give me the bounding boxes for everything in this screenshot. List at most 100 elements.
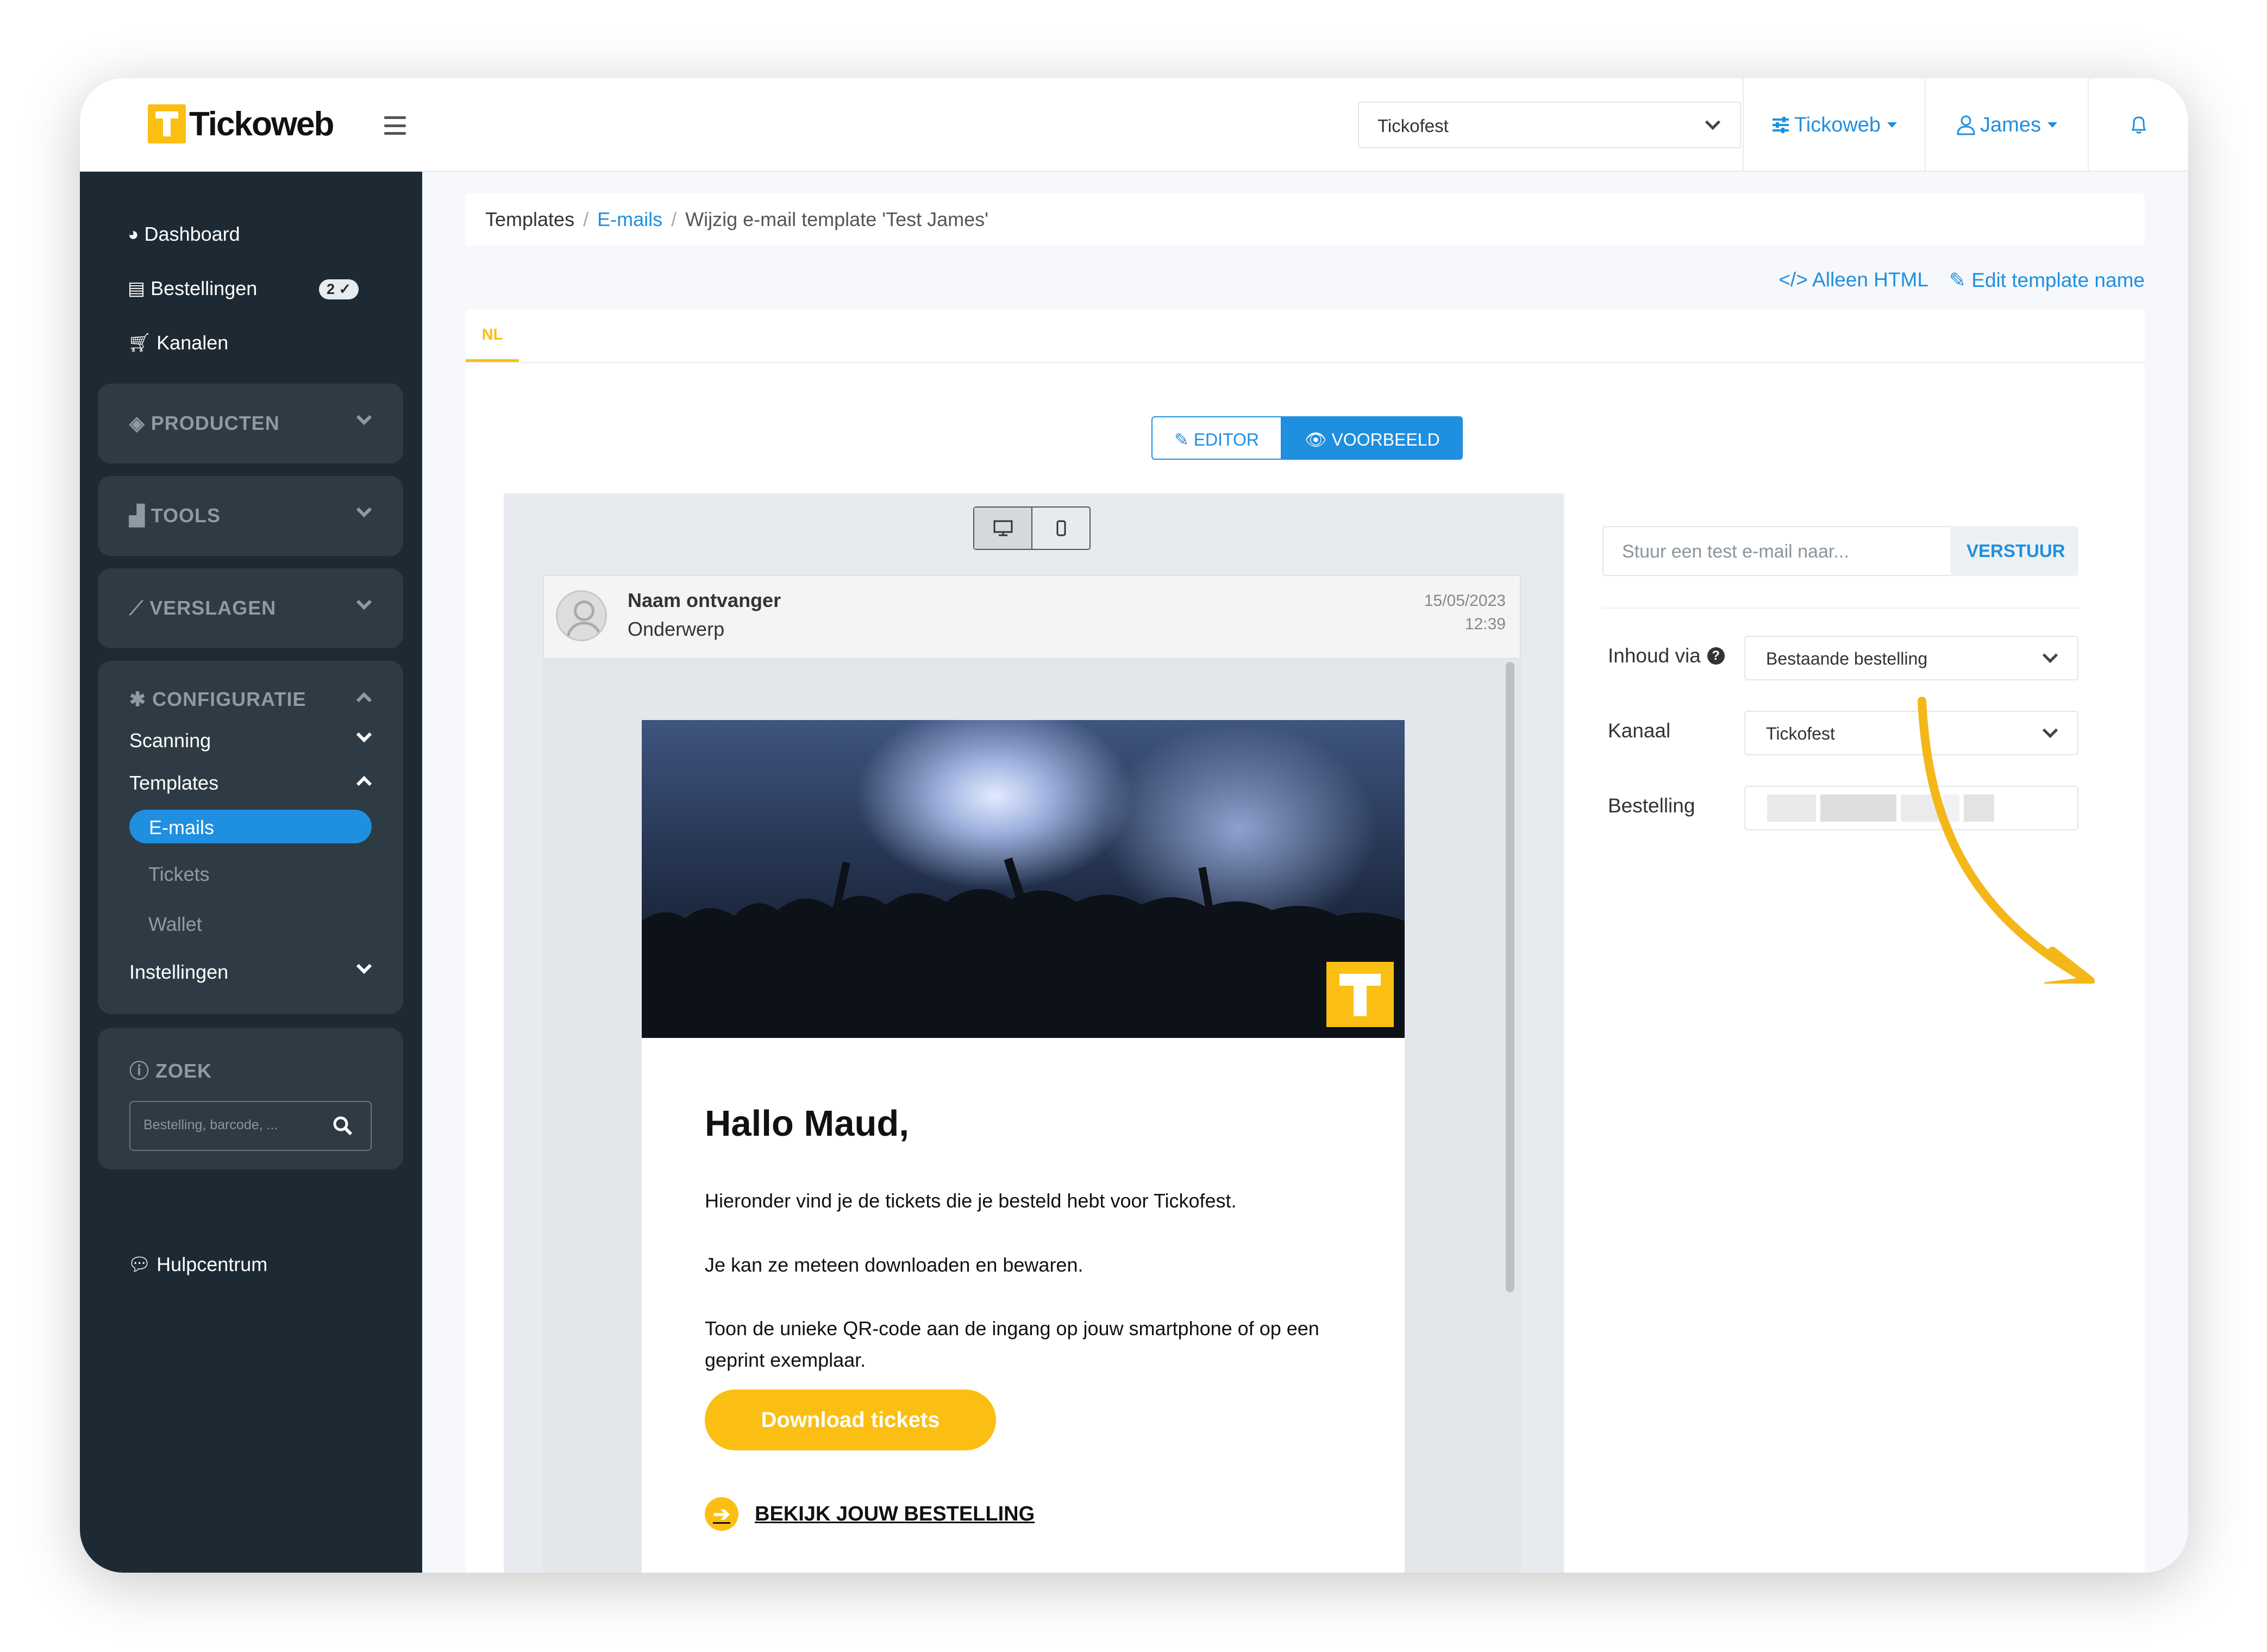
mobile-icon — [1056, 520, 1066, 536]
mobile-view-button[interactable] — [1032, 508, 1089, 549]
group-tools-label: ▟ TOOLS — [129, 504, 221, 527]
group-configuratie: ✱ CONFIGURATIE Scanning Templates E-mail… — [98, 661, 403, 1014]
event-select-value: Tickofest — [1377, 116, 1449, 136]
chevron-down-icon — [356, 409, 372, 425]
group-producten[interactable]: ◈ PRODUCTEN — [98, 384, 403, 464]
group-producten-label: ◈ PRODUCTEN — [129, 412, 280, 434]
content-via-select[interactable]: Bestaande bestelling — [1744, 636, 2078, 680]
logo-icon — [148, 104, 186, 143]
sidebar-item-label: Hulpcentrum — [156, 1253, 268, 1275]
greeting: Hallo Maud, — [705, 1103, 909, 1144]
main-content: Templates / E-mails / Wijzig e-mail template… — [422, 172, 2188, 1573]
menu-toggle-icon[interactable] — [384, 116, 406, 135]
sidebar-item-bestellingen[interactable]: ▤ Bestellingen — [128, 277, 257, 300]
mode-toggle: ✎ EDITOR 👁︎ VOORBEELD — [1151, 416, 1463, 460]
app-window: Tickoweb Tickofest Tickoweb James ◕ Dash… — [80, 78, 2188, 1573]
html-only-link[interactable]: </> Alleen HTML — [1778, 268, 1928, 292]
channel-label: Kanaal — [1608, 719, 1671, 742]
chevron-down-icon — [356, 594, 372, 610]
scrollbar[interactable] — [1506, 662, 1514, 1292]
sidebar-item-templates[interactable]: Templates — [129, 772, 218, 794]
brand-logo[interactable]: Tickoweb — [148, 104, 334, 143]
orders-badge: 2 ✓ — [319, 279, 359, 299]
chevron-down-icon — [356, 502, 372, 518]
question-icon[interactable]: ? — [1707, 647, 1725, 665]
bell-icon — [2131, 116, 2146, 134]
sidebar-item-scanning[interactable]: Scanning — [129, 729, 211, 752]
cart-icon: 🛒︎ — [128, 333, 152, 353]
tab-nl[interactable]: NL — [466, 310, 519, 362]
breadcrumb-current: Wijzig e-mail template 'Test James' — [685, 208, 989, 230]
device-switch — [973, 506, 1091, 550]
chevron-down-icon — [356, 727, 372, 743]
order-label: Bestelling — [1608, 794, 1695, 817]
sidebar-item-help[interactable]: 💬︎ Hulpcentrum — [128, 1253, 267, 1276]
sidebar-item-label: Kanalen — [156, 331, 229, 354]
mail-paragraph-1: Hieronder vind je de tickets die je best… — [705, 1190, 1237, 1212]
sliders-icon — [1772, 117, 1789, 133]
view-order-label: BEKIJK JOUW BESTELLING — [755, 1502, 1035, 1525]
org-menu[interactable]: Tickoweb — [1743, 78, 1925, 172]
hero-image — [642, 720, 1405, 1038]
mail-subject: Onderwerp — [628, 618, 725, 640]
divider — [1602, 608, 2078, 609]
mail-date: 15/05/2023 — [1424, 592, 1506, 610]
editor-button[interactable]: ✎ EDITOR — [1151, 416, 1282, 460]
send-test-button[interactable]: VERSTUUR — [1950, 526, 2078, 576]
org-menu-label: Tickoweb — [1794, 113, 1881, 136]
user-icon — [1957, 115, 1975, 135]
mail-body: Hallo Maud, Hieronder vind je de tickets… — [543, 659, 1521, 1573]
sidebar: ◕ Dashboard ▤ Bestellingen 2 ✓ 🛒︎ Kanale… — [80, 172, 422, 1573]
mail-paragraph-2: Je kan ze meteen downloaden en bewaren. — [705, 1254, 1084, 1276]
chevron-up-icon — [356, 775, 372, 792]
sidebar-item-emails[interactable]: E-mails — [129, 810, 372, 843]
caret-down-icon — [1887, 122, 1897, 128]
download-tickets-button[interactable]: Download tickets — [705, 1390, 996, 1450]
group-zoek: ⓘ ZOEK Bestelling, barcode, ... — [98, 1028, 403, 1169]
content-via-label: Inhoud via ? — [1608, 644, 1725, 667]
breadcrumb-section[interactable]: E-mails — [597, 208, 662, 230]
mail-paragraph-3: Toon de unieke QR-code aan de ingang op … — [705, 1317, 1319, 1371]
tab-divider — [466, 362, 2145, 363]
view-order-link[interactable]: ➔ BEKIJK JOUW BESTELLING — [705, 1497, 1035, 1531]
breadcrumb-root[interactable]: Templates — [485, 208, 574, 230]
email-preview-area: Naam ontvanger Onderwerp 15/05/2023 12:3… — [504, 493, 1563, 1573]
notifications-button[interactable] — [2088, 78, 2188, 172]
mail-header: Naam ontvanger Onderwerp 15/05/2023 12:3… — [543, 575, 1521, 659]
caret-down-icon — [2047, 122, 2057, 128]
sidebar-search-input[interactable]: Bestelling, barcode, ... — [129, 1101, 372, 1151]
user-menu[interactable]: James — [1925, 78, 2088, 172]
user-menu-label: James — [1980, 113, 2041, 136]
tickoweb-badge-icon — [1326, 962, 1394, 1027]
preview-button[interactable]: 👁︎ VOORBEELD — [1282, 416, 1463, 460]
search-icon[interactable] — [333, 1116, 353, 1136]
group-configuratie-label[interactable]: ✱ CONFIGURATIE — [129, 688, 306, 711]
desktop-icon — [993, 520, 1012, 536]
file-icon: ▤ — [128, 278, 146, 299]
test-email-input[interactable]: Stuur een test e-mail naar... — [1602, 526, 1950, 576]
sidebar-item-label: Bestellingen — [151, 277, 258, 299]
template-card: NL ✎ EDITOR 👁︎ VOORBEELD Naam ontvanger … — [466, 310, 2145, 1573]
chevron-up-icon — [356, 692, 372, 708]
chevron-down-icon — [1705, 114, 1721, 130]
sidebar-item-label: Dashboard — [144, 223, 240, 245]
dashboard-icon: ◕ — [128, 223, 139, 245]
edit-name-link[interactable]: ✎ Edit template name — [1949, 268, 2145, 292]
brand-name: Tickoweb — [189, 105, 334, 143]
recipient-name: Naam ontvanger — [628, 589, 781, 611]
desktop-view-button[interactable] — [974, 508, 1032, 549]
arrow-right-icon: ➔ — [705, 1497, 738, 1531]
sidebar-item-instellingen[interactable]: Instellingen — [129, 961, 228, 984]
chevron-down-icon — [2042, 647, 2058, 664]
group-tools[interactable]: ▟ TOOLS — [98, 476, 403, 556]
sidebar-item-tickets[interactable]: Tickets — [148, 863, 210, 886]
event-select[interactable]: Tickofest — [1358, 102, 1741, 148]
sidebar-item-wallet[interactable]: Wallet — [148, 913, 202, 936]
top-bar: Tickoweb Tickofest Tickoweb James — [80, 78, 2188, 172]
test-email-row: Stuur een test e-mail naar... VERSTUUR — [1602, 526, 2078, 576]
avatar — [556, 590, 607, 641]
sidebar-item-kanalen[interactable]: 🛒︎ Kanalen — [128, 331, 228, 354]
sidebar-item-dashboard[interactable]: ◕ Dashboard — [128, 223, 240, 246]
group-verslagen[interactable]: ⟋ VERSLAGEN — [98, 568, 403, 648]
mail-time: 12:39 — [1464, 615, 1506, 633]
